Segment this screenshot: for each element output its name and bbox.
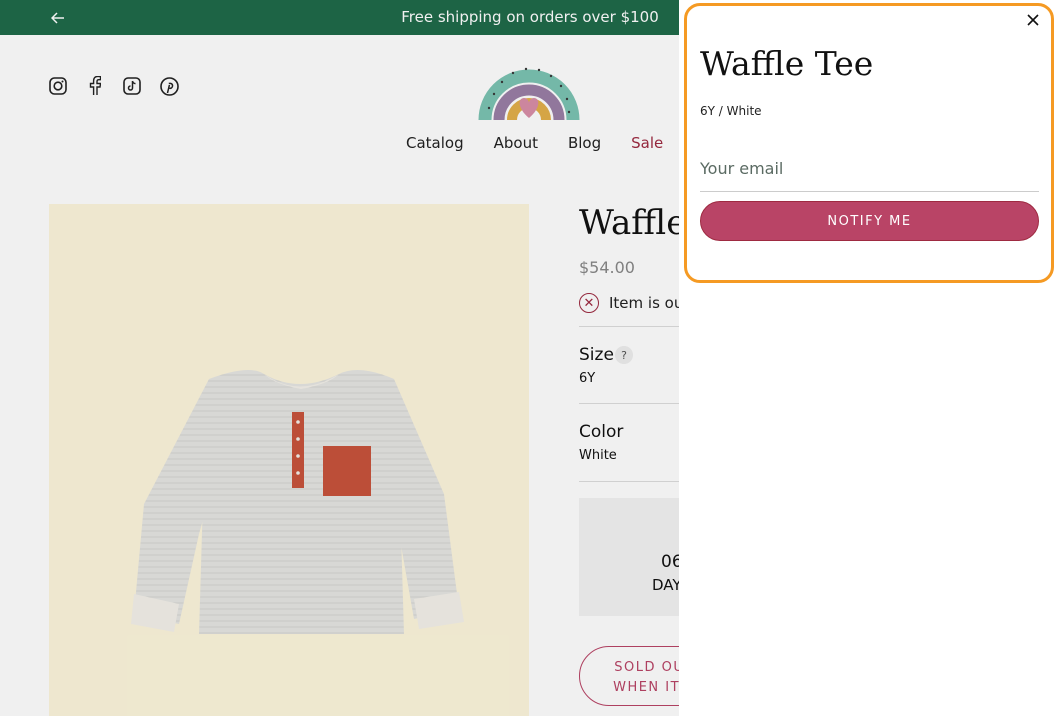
email-input[interactable] [700, 146, 1039, 192]
drawer-title: Waffle Tee [700, 44, 874, 83]
notify-drawer: Waffle Tee 6Y / White NOTIFY ME [679, 0, 1057, 716]
close-icon[interactable] [1023, 10, 1043, 30]
notify-me-button[interactable]: NOTIFY ME [700, 201, 1039, 241]
drawer-backdrop[interactable] [0, 0, 679, 716]
drawer-variant: 6Y / White [700, 104, 762, 118]
